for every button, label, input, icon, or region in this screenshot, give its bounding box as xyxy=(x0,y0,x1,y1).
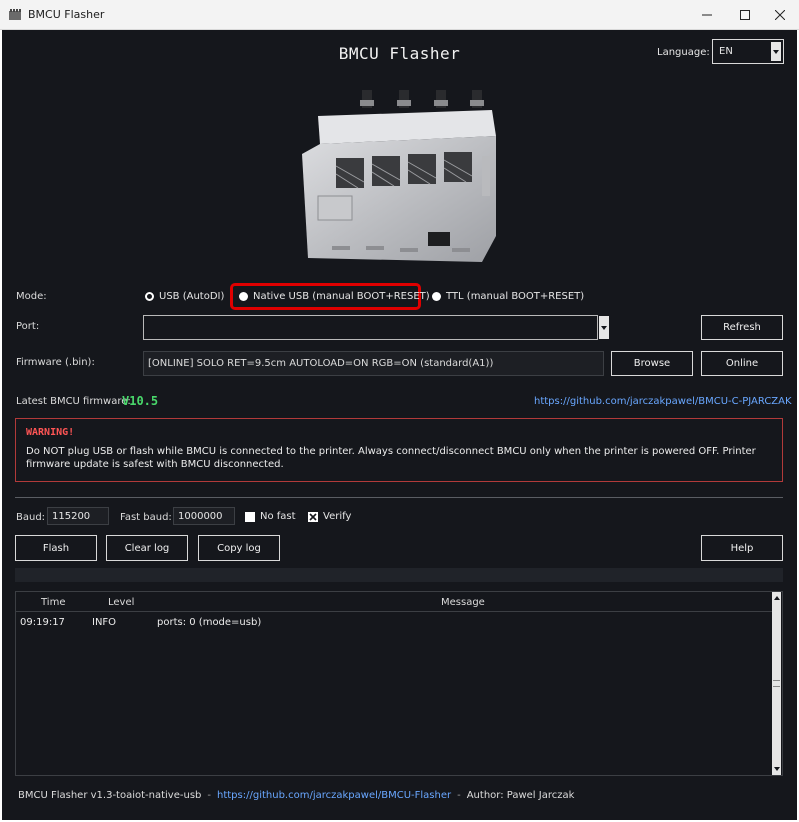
column-header-level[interactable]: Level xyxy=(108,597,134,608)
verify-label: Verify xyxy=(323,511,352,522)
close-button[interactable] xyxy=(761,0,799,30)
maximize-button[interactable] xyxy=(726,0,764,30)
device-image xyxy=(302,90,496,262)
divider xyxy=(15,497,783,498)
verify-checkbox[interactable]: Verify xyxy=(308,511,351,522)
firmware-repo-link[interactable]: https://github.com/jarczakpawel/BMCU-C-P… xyxy=(534,396,792,407)
log-message: ports: 0 (mode=usb) xyxy=(157,617,262,628)
mode-radio-ttl[interactable]: TTL (manual BOOT+RESET) xyxy=(432,291,584,302)
log-scrollbar[interactable] xyxy=(772,592,781,775)
checkbox-checked-icon xyxy=(308,511,318,522)
radio-icon xyxy=(432,292,441,301)
scroll-thumb[interactable] xyxy=(773,680,780,687)
online-button[interactable]: Online xyxy=(701,351,783,376)
radio-selected-icon xyxy=(145,292,154,301)
mode-label: Mode: xyxy=(16,291,47,302)
browse-button[interactable]: Browse xyxy=(611,351,693,376)
warning-box: WARNING! Do NOT plug USB or flash while … xyxy=(15,418,783,482)
language-value: EN xyxy=(719,46,733,57)
baud-value: 115200 xyxy=(52,511,91,522)
mode-option-label: Native USB (manual BOOT+RESET) xyxy=(253,291,430,302)
progress-bar xyxy=(15,568,783,582)
mode-option-label: TTL (manual BOOT+RESET) xyxy=(446,291,585,302)
checkbox-icon xyxy=(245,511,255,522)
firmware-value: [ONLINE] SOLO RET=9.5cm AUTOLOAD=ON RGB=… xyxy=(148,358,494,369)
app-body: BMCU Flasher Language: EN Mode: USB (Aut… xyxy=(2,30,797,820)
table-row[interactable]: 09:19:17 INFO ports: 0 (mode=usb) xyxy=(16,617,774,633)
footer-version: BMCU Flasher v1.3-toaiot-native-usb xyxy=(18,790,202,801)
close-icon xyxy=(775,10,785,20)
warning-title: WARNING! xyxy=(26,427,75,438)
port-select[interactable] xyxy=(143,315,598,340)
warning-text: Do NOT plug USB or flash while BMCU is c… xyxy=(26,446,756,470)
language-label: Language: xyxy=(657,47,710,58)
firmware-label: Firmware (.bin): xyxy=(16,357,95,368)
mode-option-label: USB (AutoDI) xyxy=(159,291,225,302)
refresh-button[interactable]: Refresh xyxy=(701,315,783,340)
column-header-message[interactable]: Message xyxy=(441,597,485,608)
firmware-field[interactable]: [ONLINE] SOLO RET=9.5cm AUTOLOAD=ON RGB=… xyxy=(143,351,604,376)
latest-firmware-version: V10.5 xyxy=(122,394,159,408)
mode-radio-usb-autodi[interactable]: USB (AutoDI) xyxy=(145,291,224,302)
baud-label: Baud: xyxy=(16,512,46,523)
chevron-down-icon[interactable] xyxy=(599,316,609,339)
help-button[interactable]: Help xyxy=(701,535,783,561)
clear-log-button[interactable]: Clear log xyxy=(106,535,188,561)
no-fast-label: No fast xyxy=(260,511,296,522)
latest-firmware-label: Latest BMCU firmware: xyxy=(16,396,131,407)
footer-author: Author: Pawel Jarczak xyxy=(466,790,575,801)
window-title: BMCU Flasher xyxy=(28,8,105,21)
scroll-up-icon[interactable] xyxy=(772,593,781,603)
mode-radio-native-usb[interactable]: Native USB (manual BOOT+RESET) xyxy=(239,291,430,302)
radio-icon xyxy=(239,292,248,301)
fast-baud-label: Fast baud: xyxy=(120,512,172,523)
log-time: 09:19:17 xyxy=(20,617,65,628)
minimize-icon xyxy=(702,14,712,16)
copy-log-button[interactable]: Copy log xyxy=(198,535,280,561)
fast-baud-value: 1000000 xyxy=(178,511,223,522)
log-table: Time Level Message 09:19:17 INFO ports: … xyxy=(15,591,783,776)
chevron-down-icon xyxy=(771,42,781,61)
app-icon xyxy=(9,9,21,20)
column-header-time[interactable]: Time xyxy=(41,597,65,608)
footer: BMCU Flasher v1.3-toaiot-native-usb - http… xyxy=(18,790,575,801)
flash-button[interactable]: Flash xyxy=(15,535,97,561)
no-fast-checkbox[interactable]: No fast xyxy=(245,511,296,522)
language-select[interactable]: EN xyxy=(712,39,784,64)
log-header: Time Level Message xyxy=(16,592,774,612)
fast-baud-input[interactable]: 1000000 xyxy=(173,507,235,525)
port-label: Port: xyxy=(16,321,40,332)
footer-repo-link[interactable]: https://github.com/jarczakpawel/BMCU-Fla… xyxy=(217,790,451,801)
minimize-button[interactable] xyxy=(688,0,726,30)
log-level: INFO xyxy=(92,617,117,628)
maximize-icon xyxy=(740,10,750,20)
scroll-down-icon[interactable] xyxy=(772,764,781,774)
baud-input[interactable]: 115200 xyxy=(47,507,109,525)
window-titlebar: BMCU Flasher xyxy=(0,0,799,30)
